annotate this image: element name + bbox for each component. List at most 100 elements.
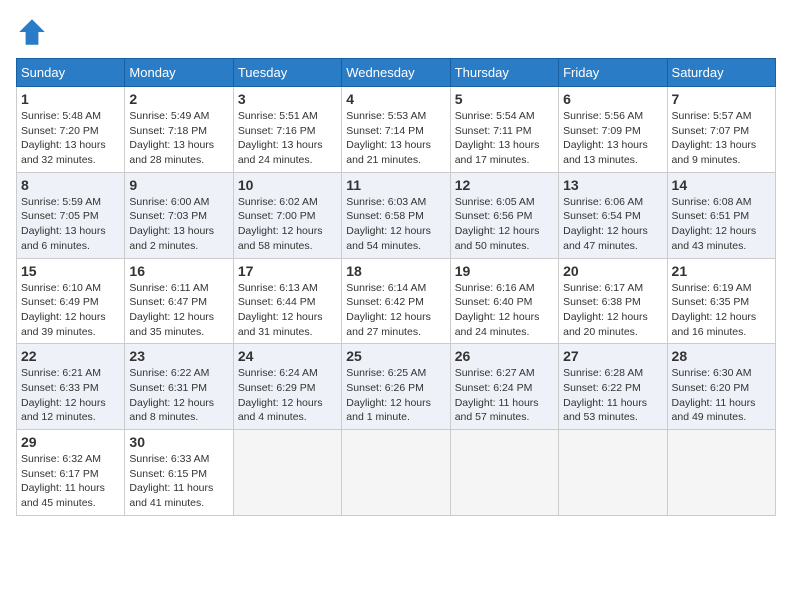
day-number: 2 xyxy=(129,91,228,107)
calendar-header-thursday: Thursday xyxy=(450,59,558,87)
day-number: 20 xyxy=(563,263,662,279)
day-info: Sunrise: 6:14 AMSunset: 6:42 PMDaylight:… xyxy=(346,281,445,340)
day-info: Sunrise: 6:05 AMSunset: 6:56 PMDaylight:… xyxy=(455,195,554,254)
day-number: 13 xyxy=(563,177,662,193)
day-info: Sunrise: 6:13 AMSunset: 6:44 PMDaylight:… xyxy=(238,281,337,340)
calendar-day-cell: 21 Sunrise: 6:19 AMSunset: 6:35 PMDaylig… xyxy=(667,258,775,344)
day-number: 10 xyxy=(238,177,337,193)
calendar-day-cell xyxy=(342,430,450,516)
calendar-day-cell: 17 Sunrise: 6:13 AMSunset: 6:44 PMDaylig… xyxy=(233,258,341,344)
calendar-day-cell: 8 Sunrise: 5:59 AMSunset: 7:05 PMDayligh… xyxy=(17,172,125,258)
day-info: Sunrise: 6:25 AMSunset: 6:26 PMDaylight:… xyxy=(346,366,445,425)
calendar-day-cell: 3 Sunrise: 5:51 AMSunset: 7:16 PMDayligh… xyxy=(233,87,341,173)
day-number: 16 xyxy=(129,263,228,279)
day-info: Sunrise: 6:11 AMSunset: 6:47 PMDaylight:… xyxy=(129,281,228,340)
day-number: 30 xyxy=(129,434,228,450)
calendar-day-cell: 7 Sunrise: 5:57 AMSunset: 7:07 PMDayligh… xyxy=(667,87,775,173)
day-number: 11 xyxy=(346,177,445,193)
day-number: 22 xyxy=(21,348,120,364)
day-info: Sunrise: 6:32 AMSunset: 6:17 PMDaylight:… xyxy=(21,452,120,511)
day-number: 24 xyxy=(238,348,337,364)
day-number: 23 xyxy=(129,348,228,364)
day-number: 12 xyxy=(455,177,554,193)
day-number: 14 xyxy=(672,177,771,193)
calendar-day-cell: 1 Sunrise: 5:48 AMSunset: 7:20 PMDayligh… xyxy=(17,87,125,173)
calendar-day-cell: 13 Sunrise: 6:06 AMSunset: 6:54 PMDaylig… xyxy=(559,172,667,258)
calendar-day-cell: 10 Sunrise: 6:02 AMSunset: 7:00 PMDaylig… xyxy=(233,172,341,258)
day-number: 1 xyxy=(21,91,120,107)
day-info: Sunrise: 5:56 AMSunset: 7:09 PMDaylight:… xyxy=(563,109,662,168)
calendar-day-cell: 25 Sunrise: 6:25 AMSunset: 6:26 PMDaylig… xyxy=(342,344,450,430)
calendar-day-cell xyxy=(667,430,775,516)
calendar-day-cell: 16 Sunrise: 6:11 AMSunset: 6:47 PMDaylig… xyxy=(125,258,233,344)
day-info: Sunrise: 5:51 AMSunset: 7:16 PMDaylight:… xyxy=(238,109,337,168)
calendar-day-cell: 27 Sunrise: 6:28 AMSunset: 6:22 PMDaylig… xyxy=(559,344,667,430)
calendar-day-cell: 30 Sunrise: 6:33 AMSunset: 6:15 PMDaylig… xyxy=(125,430,233,516)
day-info: Sunrise: 6:06 AMSunset: 6:54 PMDaylight:… xyxy=(563,195,662,254)
calendar-header-friday: Friday xyxy=(559,59,667,87)
calendar-day-cell: 29 Sunrise: 6:32 AMSunset: 6:17 PMDaylig… xyxy=(17,430,125,516)
day-number: 19 xyxy=(455,263,554,279)
day-info: Sunrise: 5:49 AMSunset: 7:18 PMDaylight:… xyxy=(129,109,228,168)
calendar-day-cell: 20 Sunrise: 6:17 AMSunset: 6:38 PMDaylig… xyxy=(559,258,667,344)
day-info: Sunrise: 6:22 AMSunset: 6:31 PMDaylight:… xyxy=(129,366,228,425)
day-number: 28 xyxy=(672,348,771,364)
calendar-header-row: SundayMondayTuesdayWednesdayThursdayFrid… xyxy=(17,59,776,87)
day-info: Sunrise: 6:33 AMSunset: 6:15 PMDaylight:… xyxy=(129,452,228,511)
day-info: Sunrise: 5:54 AMSunset: 7:11 PMDaylight:… xyxy=(455,109,554,168)
calendar-header-wednesday: Wednesday xyxy=(342,59,450,87)
day-info: Sunrise: 6:27 AMSunset: 6:24 PMDaylight:… xyxy=(455,366,554,425)
day-info: Sunrise: 6:16 AMSunset: 6:40 PMDaylight:… xyxy=(455,281,554,340)
day-info: Sunrise: 6:30 AMSunset: 6:20 PMDaylight:… xyxy=(672,366,771,425)
calendar-header-monday: Monday xyxy=(125,59,233,87)
day-number: 4 xyxy=(346,91,445,107)
calendar-day-cell: 26 Sunrise: 6:27 AMSunset: 6:24 PMDaylig… xyxy=(450,344,558,430)
day-info: Sunrise: 5:48 AMSunset: 7:20 PMDaylight:… xyxy=(21,109,120,168)
day-info: Sunrise: 6:03 AMSunset: 6:58 PMDaylight:… xyxy=(346,195,445,254)
calendar-header-tuesday: Tuesday xyxy=(233,59,341,87)
day-number: 27 xyxy=(563,348,662,364)
calendar-day-cell: 22 Sunrise: 6:21 AMSunset: 6:33 PMDaylig… xyxy=(17,344,125,430)
day-number: 8 xyxy=(21,177,120,193)
day-info: Sunrise: 6:21 AMSunset: 6:33 PMDaylight:… xyxy=(21,366,120,425)
day-number: 21 xyxy=(672,263,771,279)
day-info: Sunrise: 5:59 AMSunset: 7:05 PMDaylight:… xyxy=(21,195,120,254)
calendar-week-row: 8 Sunrise: 5:59 AMSunset: 7:05 PMDayligh… xyxy=(17,172,776,258)
day-info: Sunrise: 6:28 AMSunset: 6:22 PMDaylight:… xyxy=(563,366,662,425)
day-number: 5 xyxy=(455,91,554,107)
calendar-day-cell: 14 Sunrise: 6:08 AMSunset: 6:51 PMDaylig… xyxy=(667,172,775,258)
day-info: Sunrise: 6:08 AMSunset: 6:51 PMDaylight:… xyxy=(672,195,771,254)
day-number: 9 xyxy=(129,177,228,193)
calendar-week-row: 22 Sunrise: 6:21 AMSunset: 6:33 PMDaylig… xyxy=(17,344,776,430)
day-number: 6 xyxy=(563,91,662,107)
day-info: Sunrise: 6:19 AMSunset: 6:35 PMDaylight:… xyxy=(672,281,771,340)
calendar-day-cell: 15 Sunrise: 6:10 AMSunset: 6:49 PMDaylig… xyxy=(17,258,125,344)
day-number: 26 xyxy=(455,348,554,364)
day-number: 29 xyxy=(21,434,120,450)
calendar-day-cell: 24 Sunrise: 6:24 AMSunset: 6:29 PMDaylig… xyxy=(233,344,341,430)
logo-icon xyxy=(16,16,48,48)
calendar-week-row: 29 Sunrise: 6:32 AMSunset: 6:17 PMDaylig… xyxy=(17,430,776,516)
calendar-day-cell: 5 Sunrise: 5:54 AMSunset: 7:11 PMDayligh… xyxy=(450,87,558,173)
day-info: Sunrise: 5:57 AMSunset: 7:07 PMDaylight:… xyxy=(672,109,771,168)
calendar-day-cell: 28 Sunrise: 6:30 AMSunset: 6:20 PMDaylig… xyxy=(667,344,775,430)
day-number: 17 xyxy=(238,263,337,279)
day-number: 3 xyxy=(238,91,337,107)
page-header xyxy=(16,16,776,48)
day-info: Sunrise: 6:10 AMSunset: 6:49 PMDaylight:… xyxy=(21,281,120,340)
day-number: 25 xyxy=(346,348,445,364)
calendar-day-cell: 18 Sunrise: 6:14 AMSunset: 6:42 PMDaylig… xyxy=(342,258,450,344)
calendar-header-sunday: Sunday xyxy=(17,59,125,87)
calendar-day-cell: 23 Sunrise: 6:22 AMSunset: 6:31 PMDaylig… xyxy=(125,344,233,430)
calendar-day-cell: 4 Sunrise: 5:53 AMSunset: 7:14 PMDayligh… xyxy=(342,87,450,173)
day-info: Sunrise: 5:53 AMSunset: 7:14 PMDaylight:… xyxy=(346,109,445,168)
calendar-day-cell: 19 Sunrise: 6:16 AMSunset: 6:40 PMDaylig… xyxy=(450,258,558,344)
calendar-day-cell xyxy=(450,430,558,516)
calendar-day-cell: 11 Sunrise: 6:03 AMSunset: 6:58 PMDaylig… xyxy=(342,172,450,258)
day-info: Sunrise: 6:00 AMSunset: 7:03 PMDaylight:… xyxy=(129,195,228,254)
calendar-week-row: 15 Sunrise: 6:10 AMSunset: 6:49 PMDaylig… xyxy=(17,258,776,344)
day-info: Sunrise: 6:02 AMSunset: 7:00 PMDaylight:… xyxy=(238,195,337,254)
calendar-day-cell: 12 Sunrise: 6:05 AMSunset: 6:56 PMDaylig… xyxy=(450,172,558,258)
calendar-day-cell xyxy=(559,430,667,516)
calendar-table: SundayMondayTuesdayWednesdayThursdayFrid… xyxy=(16,58,776,516)
